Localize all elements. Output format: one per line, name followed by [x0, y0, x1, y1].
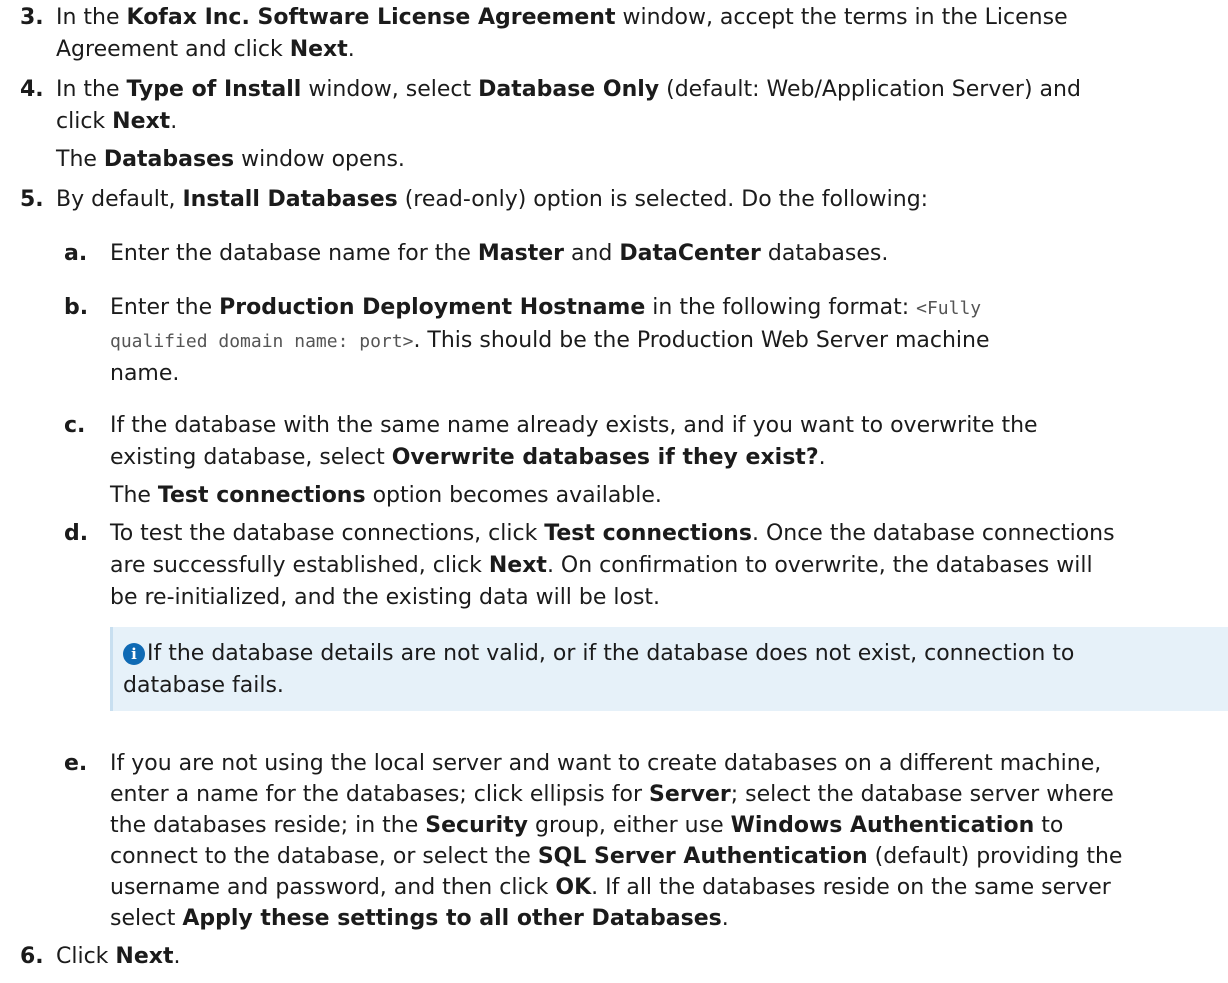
ui-term-type-of-install: Type of Install [126, 77, 302, 102]
ui-term-install-databases: Install Databases [182, 187, 398, 212]
substep-text: Enter the Production Deployment Hostname… [110, 292, 1228, 390]
text-run: . On confirmation to overwrite, the data… [546, 553, 1093, 578]
step-text: Click Next. [56, 941, 1214, 973]
text-run: ; select the database server where [730, 782, 1114, 807]
text-run: . [173, 944, 181, 969]
substep-text: If you are not using the local server an… [110, 748, 1228, 934]
text-run: In the [56, 5, 127, 30]
ui-term-ok: OK [555, 875, 592, 900]
text-run: window, select [301, 77, 479, 102]
text-run: existing database, select [110, 445, 392, 470]
info-note: i If the database details are not valid,… [110, 627, 1228, 711]
text-run: connect to the database, or select the [110, 844, 538, 869]
ui-term-database-only: Database Only [478, 77, 660, 102]
substep-letter: e. [64, 751, 88, 776]
text-run: window opens. [234, 147, 405, 172]
ui-term-test-connections: Test connections [544, 521, 752, 546]
text-run: (default) providing the [867, 844, 1123, 869]
ui-term-apply-settings: Apply these settings to all other Databa… [182, 906, 722, 931]
substep-letter: a. [64, 241, 88, 266]
text-run: username and password, and then click [110, 875, 556, 900]
step-text: In the Kofax Inc. Software License Agree… [56, 2, 1214, 66]
step-number: 6. [20, 944, 44, 969]
substep-text: If the database with the same name alrea… [110, 410, 1228, 512]
ui-term-server: Server [649, 782, 731, 807]
text-run: to [1034, 813, 1064, 838]
text-run: click [56, 109, 113, 134]
step-number: 4. [20, 77, 44, 102]
ui-term-next: Next [112, 109, 171, 134]
text-run: option becomes available. [365, 483, 662, 508]
ui-term-production-deployment-hostname: Production Deployment Hostname [219, 295, 646, 320]
substep-letter: b. [64, 295, 89, 320]
ui-term-license-agreement-window: Kofax Inc. Software License Agreement [126, 5, 616, 30]
code-hostname-format: <Fully [916, 298, 982, 319]
step-text: In the Type of Install window, select Da… [56, 74, 1214, 176]
ui-term-next: Next [488, 553, 547, 578]
document-page: 3. In the Kofax Inc. Software License Ag… [0, 0, 1228, 983]
ui-term-next: Next [115, 944, 174, 969]
text-run: window, accept the terms in the License [615, 5, 1068, 30]
substep-text: Enter the database name for the Master a… [110, 238, 1228, 270]
text-run: The [110, 483, 158, 508]
ui-term-datacenter: DataCenter [619, 241, 761, 266]
text-run: If the database with the same name alrea… [110, 413, 1038, 438]
text-run: in the following format: [645, 295, 917, 320]
text-run: databases. [760, 241, 889, 266]
text-run: (default: Web/Application Server) and [659, 77, 1081, 102]
text-run: select [110, 906, 183, 931]
code-hostname-format: qualified domain name: port> [110, 331, 414, 352]
substep-letter: d. [64, 521, 89, 546]
note-line: If the database details are not valid, o… [147, 641, 1075, 666]
text-run: To test the database connections, click [110, 521, 545, 546]
text-run: In the [56, 77, 127, 102]
text-run: . [347, 37, 355, 62]
note-text: If the database details are not valid, o… [123, 638, 1228, 702]
ui-term-security: Security [425, 813, 528, 838]
text-run: group, either use [528, 813, 731, 838]
text-run: Enter the [110, 295, 220, 320]
ui-term-windows-authentication: Windows Authentication [730, 813, 1035, 838]
text-run: Enter the database name for the [110, 241, 478, 266]
text-run: Click [56, 944, 116, 969]
text-run: . This should be the Production Web Serv… [413, 328, 990, 353]
text-run: enter a name for the databases; click el… [110, 782, 649, 807]
step-text: By default, Install Databases (read-only… [56, 184, 1214, 216]
text-run: are successfully established, click [110, 553, 489, 578]
note-line: database fails. [123, 673, 284, 698]
text-run: . Once the database connections [751, 521, 1115, 546]
text-run: name. [110, 361, 180, 386]
ui-term-next: Next [289, 37, 348, 62]
text-run: Agreement and click [56, 37, 290, 62]
text-run: If you are not using the local server an… [110, 751, 1102, 776]
text-run: (read-only) option is selected. Do the f… [397, 187, 929, 212]
ui-term-overwrite-databases: Overwrite databases if they exist? [391, 445, 819, 470]
step-number: 3. [20, 5, 44, 30]
text-run: . If all the databases reside on the sam… [591, 875, 1111, 900]
text-run: . [170, 109, 178, 134]
ui-term-test-connections: Test connections [157, 483, 366, 508]
substep-letter: c. [64, 413, 86, 438]
ui-term-sql-server-authentication: SQL Server Authentication [537, 844, 868, 869]
text-run: . [818, 445, 826, 470]
text-run: the databases reside; in the [110, 813, 426, 838]
ui-term-master: Master [477, 241, 564, 266]
text-run: be re-initialized, and the existing data… [110, 585, 661, 610]
substep-text: To test the database connections, click … [110, 518, 1228, 614]
text-run: By default, [56, 187, 183, 212]
step-number: 5. [20, 187, 44, 212]
text-run: The [56, 147, 104, 172]
text-run: and [563, 241, 620, 266]
ui-term-databases: Databases [103, 147, 235, 172]
text-run: . [721, 906, 729, 931]
